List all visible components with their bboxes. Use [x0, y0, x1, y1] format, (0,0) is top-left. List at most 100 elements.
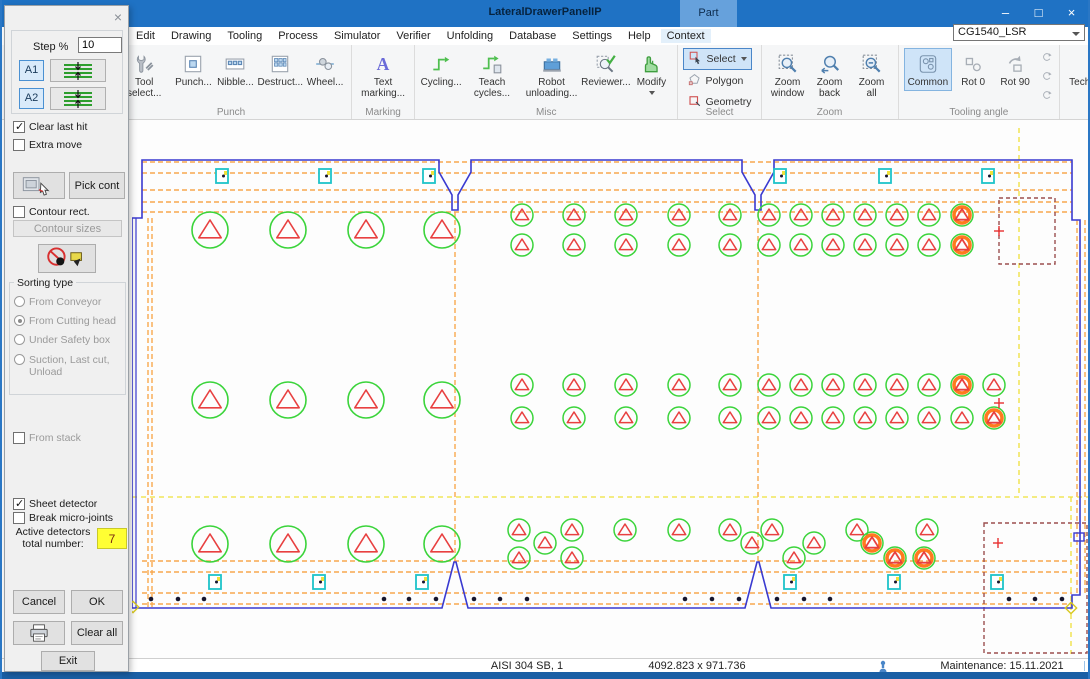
detector-marker[interactable]	[563, 374, 585, 396]
detector-marker[interactable]	[790, 234, 812, 256]
detector-marker[interactable]	[803, 532, 825, 554]
detector-marker-large[interactable]	[192, 526, 228, 562]
detector-marker[interactable]	[758, 374, 780, 396]
detector-marker[interactable]	[783, 547, 805, 569]
menu-item-simulator[interactable]: Simulator	[334, 30, 380, 42]
ribbon-button-punch[interactable]: Punch...	[172, 48, 214, 91]
detector-marker[interactable]	[854, 407, 876, 429]
detector-marker-large[interactable]	[270, 212, 306, 248]
detector-marker-large[interactable]	[348, 212, 384, 248]
detector-marker-active[interactable]	[951, 234, 973, 256]
detector-marker[interactable]	[854, 204, 876, 226]
maximize-button[interactable]: □	[1022, 0, 1055, 27]
dialog-close-icon[interactable]: ×	[114, 9, 122, 25]
tool-mark[interactable]	[209, 575, 221, 589]
detector-marker[interactable]	[719, 519, 741, 541]
machine-select-combo[interactable]: CG1540_LSR	[953, 24, 1085, 41]
a2-adjust-button[interactable]	[50, 87, 106, 110]
detector-marker[interactable]	[790, 374, 812, 396]
detector-marker[interactable]	[758, 407, 780, 429]
rotate-small-icon[interactable]	[1040, 88, 1054, 105]
clear-all-button[interactable]: Clear all	[71, 621, 123, 645]
detector-marker[interactable]	[668, 519, 690, 541]
detector-marker[interactable]	[790, 407, 812, 429]
detector-marker[interactable]	[918, 407, 940, 429]
ribbon-button-nibble[interactable]: Nibble...	[214, 48, 256, 91]
menu-item-process[interactable]: Process	[278, 30, 318, 42]
detector-marker-active[interactable]	[884, 547, 906, 569]
a1-adjust-button[interactable]	[50, 59, 106, 82]
detector-marker[interactable]	[886, 204, 908, 226]
detector-marker[interactable]	[854, 374, 876, 396]
detector-marker[interactable]	[854, 234, 876, 256]
menu-item-drawing[interactable]: Drawing	[171, 30, 211, 42]
detector-marker[interactable]	[563, 407, 585, 429]
ribbon-button-wheel[interactable]: Wheel...	[304, 48, 346, 91]
detector-marker[interactable]	[758, 204, 780, 226]
tool-mark[interactable]	[879, 169, 891, 183]
clear-last-hit-checkbox[interactable]: Clear last hit	[13, 121, 87, 133]
radio-suction-last-cut-unload[interactable]: Suction, Last cut, Unload	[14, 354, 126, 378]
detector-marker[interactable]	[719, 204, 741, 226]
ribbon-button-reviewer[interactable]: Reviewer...	[581, 48, 630, 91]
detector-marker[interactable]	[615, 204, 637, 226]
cancel-button[interactable]: Cancel	[13, 590, 65, 614]
a1-toggle-button[interactable]: A1	[19, 60, 44, 81]
print-button[interactable]	[13, 621, 65, 645]
part-drawing[interactable]	[132, 120, 1090, 658]
detector-marker-active[interactable]	[951, 204, 973, 226]
punch-dot[interactable]	[1007, 597, 1012, 602]
ribbon-button-rot-90[interactable]: Rot 90	[994, 48, 1036, 91]
detector-marker[interactable]	[508, 519, 530, 541]
detector-marker[interactable]	[822, 374, 844, 396]
close-button[interactable]: ×	[1055, 0, 1088, 27]
detector-marker-large[interactable]	[270, 382, 306, 418]
detector-marker[interactable]	[511, 234, 533, 256]
detector-marker[interactable]	[668, 204, 690, 226]
tool-mark[interactable]	[888, 575, 900, 589]
punch-dot[interactable]	[1060, 597, 1065, 602]
ribbon-button-zoom-all[interactable]: Zoom all	[851, 48, 893, 102]
radio-under-safety-box[interactable]: Under Safety box	[14, 334, 110, 346]
tool-mark[interactable]	[423, 169, 435, 183]
detector-marker[interactable]	[511, 374, 533, 396]
detector-marker-active[interactable]	[983, 407, 1005, 429]
menu-item-settings[interactable]: Settings	[572, 30, 612, 42]
detector-marker[interactable]	[614, 519, 636, 541]
detector-marker[interactable]	[886, 407, 908, 429]
rotate-small-icon[interactable]	[1040, 69, 1054, 86]
ribbon-button-common[interactable]: Common	[904, 48, 953, 91]
detector-marker[interactable]	[615, 374, 637, 396]
exit-button[interactable]: Exit	[41, 651, 95, 671]
menu-item-database[interactable]: Database	[509, 30, 556, 42]
detector-marker[interactable]	[668, 374, 690, 396]
detector-marker[interactable]	[761, 519, 783, 541]
detector-marker[interactable]	[790, 204, 812, 226]
tool-mark[interactable]	[416, 575, 428, 589]
detector-marker[interactable]	[668, 407, 690, 429]
detector-marker[interactable]	[561, 547, 583, 569]
radio-from-cutting-head[interactable]: From Cutting head	[14, 315, 116, 327]
tool-mark[interactable]	[313, 575, 325, 589]
ribbon-button-select[interactable]: Select	[683, 48, 751, 70]
ribbon-button-teach-cycles[interactable]: Teach cycles...	[462, 48, 522, 102]
punch-dot[interactable]	[775, 597, 780, 602]
punch-dot[interactable]	[176, 597, 181, 602]
ribbon-button-destruct[interactable]: Destruct...	[256, 48, 304, 91]
step-input[interactable]	[78, 37, 122, 53]
pick-rectangle-button[interactable]	[13, 172, 65, 199]
radio-from-conveyor[interactable]: From Conveyor	[14, 296, 101, 308]
contour-rect-checkbox[interactable]: Contour rect.	[13, 206, 90, 218]
tool-mark[interactable]	[319, 169, 331, 183]
ribbon-button-technologies[interactable]: Technologies...	[1065, 48, 1090, 91]
punch-dot[interactable]	[202, 597, 207, 602]
detector-marker[interactable]	[983, 374, 1005, 396]
punch-dot[interactable]	[710, 597, 715, 602]
detector-marker[interactable]	[508, 547, 530, 569]
ribbon-button-cycling[interactable]: Cycling...	[420, 48, 462, 91]
detector-marker[interactable]	[561, 519, 583, 541]
extra-move-checkbox[interactable]: Extra move	[13, 139, 82, 151]
detector-marker-large[interactable]	[192, 212, 228, 248]
a2-toggle-button[interactable]: A2	[19, 88, 44, 109]
detector-marker[interactable]	[615, 234, 637, 256]
